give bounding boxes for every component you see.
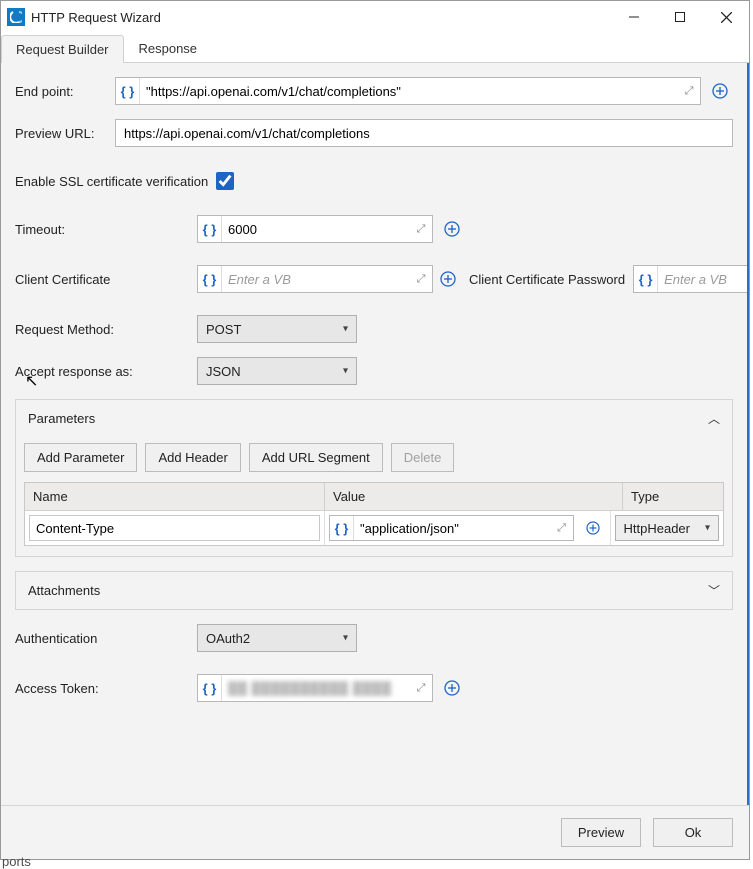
client-cert-add-button[interactable] (439, 265, 457, 293)
footer: Preview Ok (1, 805, 749, 859)
tab-response[interactable]: Response (124, 34, 213, 62)
chevron-down-icon: ▾ (343, 366, 348, 377)
method-value: POST (206, 322, 241, 337)
method-select[interactable]: POST ▾ (197, 315, 357, 343)
braces-icon[interactable]: { } (330, 516, 354, 540)
attachments-panel: Attachments ﹀ (15, 571, 733, 610)
access-token-input[interactable] (222, 675, 410, 701)
col-header-value: Value (325, 483, 623, 511)
client-cert-pwd-input-wrapper: { } ⤢ (633, 265, 749, 293)
minimize-button[interactable] (611, 1, 657, 33)
expand-icon[interactable]: ⤢ (551, 522, 573, 535)
preview-url-label: Preview URL: (15, 126, 115, 141)
background-text: ports (2, 854, 31, 869)
client-cert-pwd-input[interactable] (658, 266, 749, 292)
attachments-header[interactable]: Attachments ﹀ (16, 572, 732, 609)
braces-icon[interactable]: { } (198, 675, 222, 701)
titlebar: HTTP Request Wizard (1, 1, 749, 33)
expand-icon[interactable]: ⤢ (410, 682, 432, 695)
ssl-checkbox[interactable] (216, 172, 234, 190)
accept-value: JSON (206, 364, 241, 379)
col-header-type: Type (623, 483, 723, 511)
add-parameter-button[interactable]: Add Parameter (24, 443, 137, 472)
chevron-down-icon: ▾ (343, 324, 348, 335)
param-value-add-button[interactable] (580, 515, 606, 541)
expand-icon[interactable]: ⤢ (410, 223, 432, 236)
timeout-input-wrapper: { } ⤢ (197, 215, 433, 243)
parameters-grid: Name Value Type { } ⤢ (24, 482, 724, 546)
expand-icon[interactable]: ⤢ (410, 273, 432, 286)
endpoint-input[interactable] (140, 78, 678, 104)
endpoint-add-button[interactable] (707, 77, 733, 105)
auth-label: Authentication (15, 631, 197, 646)
param-type-select[interactable]: HttpHeader ▾ (615, 515, 719, 541)
method-label: Request Method: (15, 322, 197, 337)
add-header-button[interactable]: Add Header (145, 443, 240, 472)
close-button[interactable] (703, 1, 749, 33)
chevron-down-icon: ▾ (705, 523, 710, 534)
parameters-header[interactable]: Parameters ︿ (16, 400, 732, 437)
access-token-add-button[interactable] (439, 674, 465, 702)
chevron-down-icon: ▾ (343, 633, 348, 644)
access-token-label: Access Token: (15, 681, 197, 696)
param-name-input[interactable] (29, 515, 320, 541)
access-token-wrapper: { } ⤢ (197, 674, 433, 702)
client-cert-label: Client Certificate (15, 272, 197, 287)
auth-value: OAuth2 (206, 631, 250, 646)
ok-button[interactable]: Ok (653, 818, 733, 847)
timeout-add-button[interactable] (439, 215, 465, 243)
attachments-title: Attachments (28, 583, 708, 598)
preview-button[interactable]: Preview (561, 818, 641, 847)
chevron-down-icon: ﹀ (708, 582, 720, 599)
param-type-value: HttpHeader (624, 521, 690, 536)
tab-bar: Request Builder Response (1, 33, 749, 63)
tab-request-builder[interactable]: Request Builder (1, 35, 124, 63)
accept-select[interactable]: JSON ▾ (197, 357, 357, 385)
braces-icon[interactable]: { } (198, 266, 222, 292)
braces-icon[interactable]: { } (198, 216, 222, 242)
parameters-panel: Parameters ︿ Add Parameter Add Header Ad… (15, 399, 733, 557)
expand-icon[interactable]: ⤢ (678, 85, 700, 98)
chevron-up-icon: ︿ (708, 410, 720, 427)
delete-button[interactable]: Delete (391, 443, 455, 472)
braces-icon[interactable]: { } (116, 78, 140, 104)
maximize-button[interactable] (657, 1, 703, 33)
accept-label: Accept response as: (15, 364, 197, 379)
timeout-label: Timeout: (15, 222, 197, 237)
endpoint-input-wrapper: { } ⤢ (115, 77, 701, 105)
client-cert-input[interactable] (222, 266, 410, 292)
endpoint-label: End point: (15, 84, 115, 99)
braces-icon[interactable]: { } (634, 266, 658, 292)
timeout-input[interactable] (222, 216, 410, 242)
param-value-wrapper: { } ⤢ (329, 515, 574, 541)
window-title: HTTP Request Wizard (31, 10, 161, 25)
param-value-input[interactable] (354, 516, 551, 540)
table-row[interactable]: { } ⤢ HttpHeader ▾ (25, 511, 723, 545)
ssl-label: Enable SSL certificate verification (15, 174, 208, 189)
client-cert-pwd-label: Client Certificate Password (469, 272, 625, 287)
add-url-segment-button[interactable]: Add URL Segment (249, 443, 383, 472)
parameters-title: Parameters (28, 411, 708, 426)
col-header-name: Name (25, 483, 325, 511)
auth-select[interactable]: OAuth2 ▾ (197, 624, 357, 652)
preview-url-input[interactable] (115, 119, 733, 147)
client-cert-input-wrapper: { } ⤢ (197, 265, 433, 293)
app-icon (7, 8, 25, 26)
